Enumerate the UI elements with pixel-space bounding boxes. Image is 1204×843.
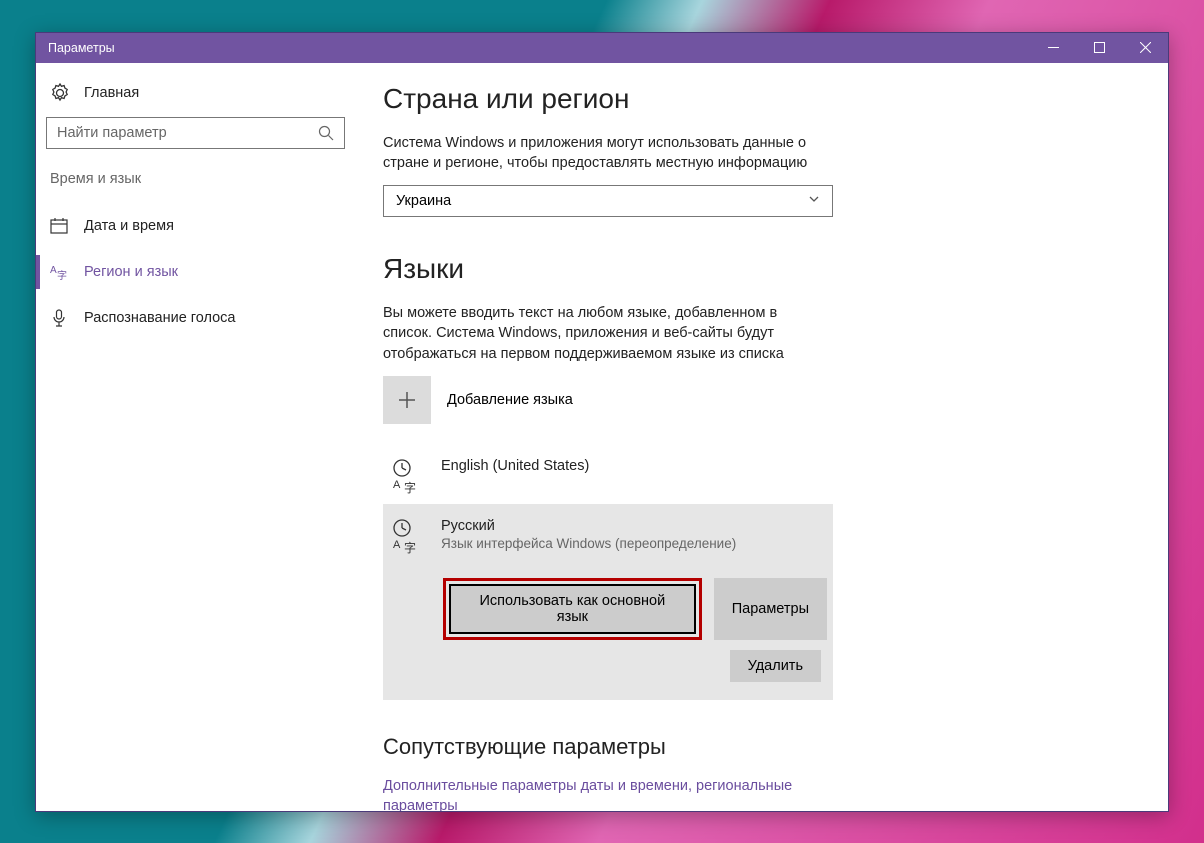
add-language-button[interactable]: Добавление языка (383, 376, 1148, 424)
sidebar-item-label: Распознавание голоса (84, 310, 236, 326)
language-clock-icon: A 字 (389, 458, 425, 494)
search-input[interactable] (46, 117, 345, 149)
gear-icon (50, 83, 70, 103)
sidebar-item-label: Регион и язык (84, 264, 178, 280)
window-title: Параметры (48, 41, 1030, 55)
calendar-icon (50, 217, 68, 235)
titlebar: Параметры (36, 33, 1168, 63)
related-heading: Сопутствующие параметры (383, 734, 1148, 760)
related-link[interactable]: Дополнительные параметры даты и времени,… (383, 776, 823, 811)
settings-window: Параметры Главная Время и язык Дата и вр… (35, 32, 1169, 812)
svg-text:A: A (393, 479, 401, 491)
svg-text:A: A (50, 265, 57, 276)
microphone-icon (50, 309, 68, 327)
language-name: Русский (441, 518, 736, 534)
language-name: English (United States) (441, 458, 589, 474)
language-item-english[interactable]: A 字 English (United States) (383, 448, 833, 504)
language-subtitle: Язык интерфейса Windows (переопределение… (441, 536, 736, 551)
languages-desc: Вы можете вводить текст на любом языке, … (383, 303, 823, 364)
set-default-button[interactable]: Использовать как основной язык (449, 584, 696, 634)
chevron-down-icon (808, 193, 820, 209)
close-button[interactable] (1122, 33, 1168, 63)
search-icon (318, 125, 334, 141)
add-language-label: Добавление языка (447, 392, 573, 408)
languages-heading: Языки (383, 253, 1148, 285)
svg-text:A: A (393, 539, 401, 551)
svg-text:字: 字 (404, 480, 416, 494)
main-pane: Страна или регион Система Windows и прил… (355, 63, 1168, 811)
country-selected: Украина (396, 193, 808, 209)
sidebar-item-speech[interactable]: Распознавание голоса (36, 295, 355, 341)
sidebar-item-datetime[interactable]: Дата и время (36, 203, 355, 249)
home-link[interactable]: Главная (36, 79, 355, 117)
country-select[interactable]: Украина (383, 185, 833, 217)
options-button[interactable]: Параметры (714, 578, 827, 640)
sidebar-item-label: Дата и время (84, 218, 174, 234)
content-area: Главная Время и язык Дата и время A字 Рег… (36, 63, 1168, 811)
maximize-button[interactable] (1076, 33, 1122, 63)
svg-text:字: 字 (404, 540, 416, 554)
category-label: Время и язык (36, 171, 355, 203)
sidebar: Главная Время и язык Дата и время A字 Рег… (36, 63, 355, 811)
language-clock-icon: A 字 (389, 518, 425, 554)
home-label: Главная (84, 85, 139, 101)
highlight-annotation: Использовать как основной язык (443, 578, 702, 640)
language-item-russian[interactable]: A 字 Русский Язык интерфейса Windows (пер… (383, 504, 833, 700)
sidebar-item-region-language[interactable]: A字 Регион и язык (36, 249, 355, 295)
region-heading: Страна или регион (383, 83, 1148, 115)
language-icon: A字 (50, 263, 68, 281)
search-field[interactable] (57, 125, 318, 141)
delete-button[interactable]: Удалить (730, 650, 821, 682)
region-desc: Система Windows и приложения могут испол… (383, 133, 823, 174)
minimize-button[interactable] (1030, 33, 1076, 63)
plus-icon (383, 376, 431, 424)
svg-text:字: 字 (57, 269, 67, 281)
